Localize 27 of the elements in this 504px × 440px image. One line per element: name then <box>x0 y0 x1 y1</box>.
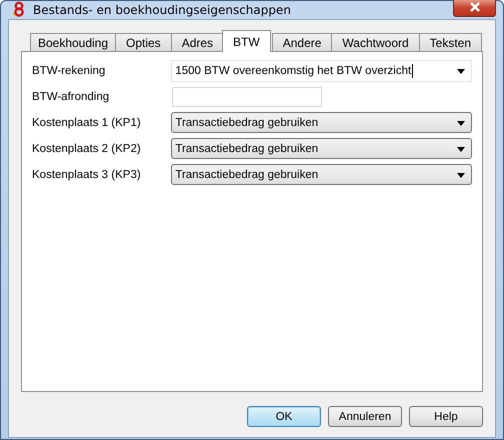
close-button[interactable] <box>453 0 496 16</box>
field-label: Kostenplaats 1 (KP1) <box>32 116 142 128</box>
combo-box[interactable]: 1500 BTW overeenkomstig het BTW overzicht <box>171 60 472 82</box>
dropdown-arrow-icon <box>457 120 465 126</box>
field-label: Kostenplaats 3 (KP3) <box>32 168 142 180</box>
combo-value: 1500 BTW overeenkomstig het BTW overzicht <box>175 65 412 77</box>
dropdown[interactable]: Transactiebedrag gebruiken <box>171 112 472 133</box>
dropdown[interactable]: Transactiebedrag gebruiken <box>171 138 472 159</box>
close-icon <box>468 1 482 13</box>
dialog-button[interactable]: OK <box>247 406 321 427</box>
field-label: Kostenplaats 2 (KP2) <box>32 142 142 154</box>
dialog-button[interactable]: Annuleren <box>328 406 402 427</box>
tab[interactable]: Boekhouding <box>30 33 116 52</box>
tab[interactable]: Wachtwoord <box>331 33 420 52</box>
dropdown-arrow-icon <box>457 172 465 178</box>
tab[interactable]: Teksten <box>418 33 482 52</box>
field-label: BTW-afronding <box>32 91 110 103</box>
dropdown-arrow-icon <box>457 146 465 152</box>
tab[interactable]: BTW <box>222 30 271 52</box>
tab[interactable]: Andere <box>272 33 332 52</box>
tab[interactable]: Opties <box>115 33 172 52</box>
dropdown-arrow-icon <box>457 69 465 74</box>
field-label: BTW-rekening <box>32 65 106 77</box>
dialog-button[interactable]: Help <box>409 406 483 427</box>
window-title: Bestands- en boekhoudingseigenschappen <box>33 3 292 17</box>
input-field[interactable] <box>172 87 322 107</box>
dropdown[interactable]: Transactiebedrag gebruiken <box>171 164 472 185</box>
